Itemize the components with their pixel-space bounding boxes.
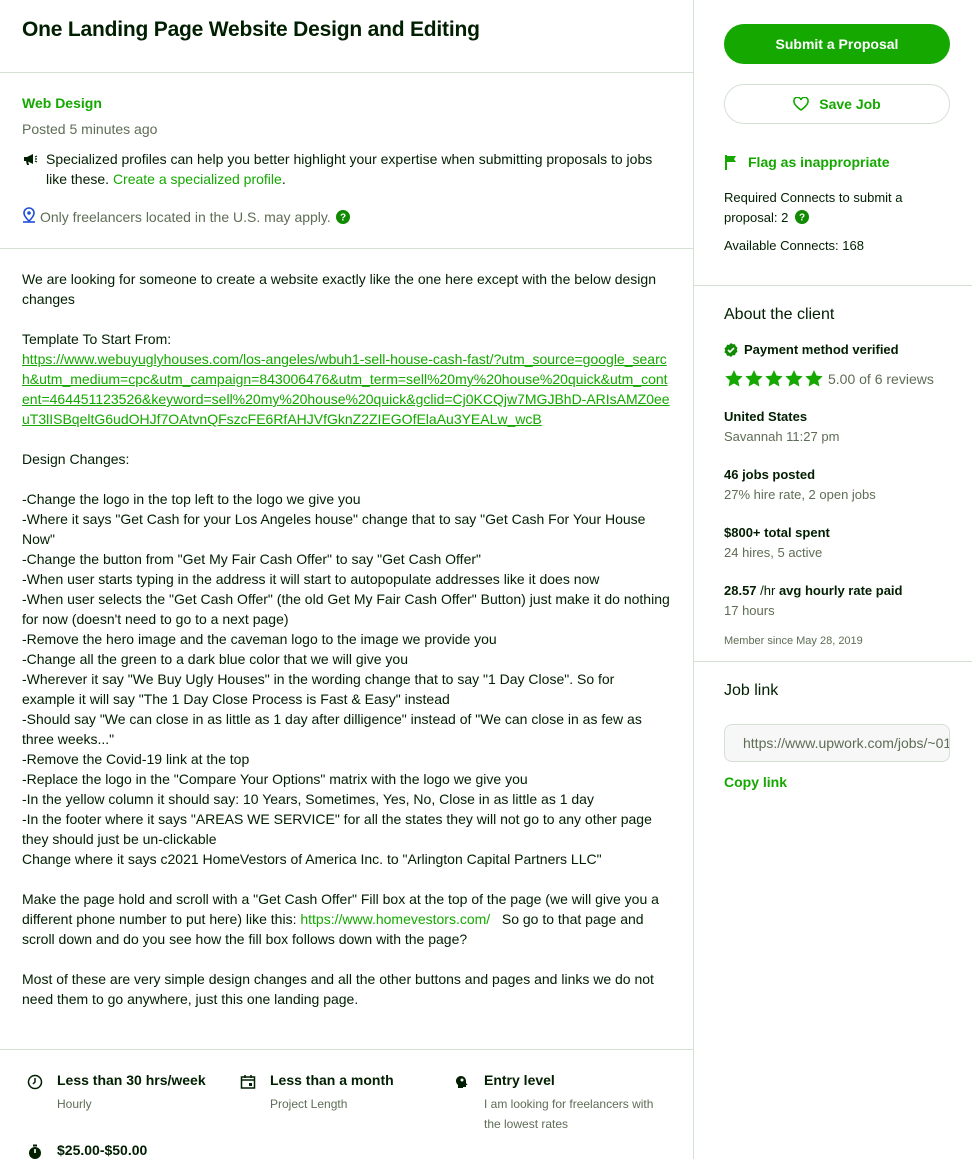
job-meta: Web Design Posted 5 minutes ago Speciali… — [0, 73, 693, 249]
changes-list: -Change the logo in the top left to the … — [22, 491, 670, 867]
description-intro: We are looking for someone to create a w… — [22, 271, 656, 307]
closing-paragraph: Most of these are very simple design cha… — [22, 971, 654, 1007]
client-avg-rate-value: 28.57 — [724, 583, 757, 598]
specialized-profile-text: Specialized profiles can help you better… — [46, 151, 653, 187]
client-spend: $800+ total spent 24 hires, 5 active — [724, 523, 950, 563]
client-jobs: 46 jobs posted 27% hire rate, 2 open job… — [724, 465, 950, 505]
brain-icon — [454, 1072, 484, 1134]
client-city-time: Savannah 11:27 pm — [724, 429, 840, 444]
job-details-panel: One Landing Page Website Design and Edit… — [0, 0, 694, 1159]
feature-length-sub: Project Length — [270, 1097, 348, 1111]
save-job-label: Save Job — [819, 96, 881, 112]
flag-inappropriate-link[interactable]: Flag as inappropriate — [724, 154, 950, 170]
client-hire-rate: 27% hire rate, 2 open jobs — [724, 487, 876, 502]
location-text: Only freelancers located in the U.S. may… — [40, 208, 331, 225]
template-label: Template To Start From: — [22, 331, 172, 347]
feature-hours: Less than 30 hrs/week Hourly — [27, 1072, 206, 1114]
feature-rate: $25.00-$50.00 — [27, 1142, 147, 1159]
stopwatch-icon — [27, 1142, 57, 1159]
member-since: Member since May 28, 2019 — [724, 635, 863, 647]
verified-check-icon — [724, 342, 738, 357]
payment-verified: Payment method verified — [724, 342, 950, 357]
create-specialized-profile-link[interactable]: Create a specialized profile — [113, 171, 282, 187]
about-client-heading: About the client — [724, 306, 835, 323]
client-hires: 24 hires, 5 active — [724, 545, 823, 560]
feature-level: Entry level I am looking for freelancers… — [454, 1072, 654, 1134]
rating-text: 5.00 of 6 reviews — [828, 371, 934, 387]
client-rate: 28.57 /hr avg hourly rate paid 17 hours — [724, 581, 950, 621]
feature-hours-sub: Hourly — [57, 1097, 92, 1111]
sidebar: Submit a Proposal Save Job Flag as inapp… — [694, 0, 972, 1159]
specialized-profile-note: Specialized profiles can help you better… — [22, 149, 671, 189]
client-rating: 5.00 of 6 reviews — [724, 369, 950, 389]
job-link-heading: Job link — [724, 682, 779, 699]
feature-rate-title: $25.00-$50.00 — [57, 1142, 148, 1158]
posted-time: Posted 5 minutes ago — [22, 121, 158, 137]
client-jobs-posted: 46 jobs posted — [724, 467, 816, 482]
client-avg-rate-unit: /hr — [756, 583, 776, 598]
job-link-section: Job link https://www.upwork.com/jobs/~01… — [694, 662, 972, 790]
calendar-icon — [240, 1072, 270, 1114]
location-pin-icon — [22, 207, 36, 226]
flag-label: Flag as inappropriate — [748, 154, 890, 170]
job-features: Less than 30 hrs/week Hourly Less than a… — [0, 1050, 693, 1159]
required-connects: Required Connects to submit a proposal: … — [724, 190, 903, 225]
client-avg-rate-label: avg hourly rate paid — [775, 583, 903, 598]
about-client: About the client Payment method verified — [694, 286, 972, 662]
job-category-link[interactable]: Web Design — [22, 95, 671, 111]
client-total-spent: $800+ total spent — [724, 525, 830, 540]
changes-label: Design Changes: — [22, 451, 130, 467]
connects-help-icon[interactable]: ? — [794, 210, 809, 224]
scroll-paragraph: Make the page hold and scroll with a "Ge… — [22, 891, 659, 947]
star-rating-icon — [724, 369, 824, 389]
job-header: One Landing Page Website Design and Edit… — [0, 0, 693, 73]
job-link-input[interactable]: https://www.upwork.com/jobs/~01 — [724, 724, 950, 762]
copy-link-button[interactable]: Copy link — [724, 774, 950, 790]
svg-text:?: ? — [799, 213, 805, 224]
feature-length: Less than a month Project Length — [240, 1072, 394, 1114]
job-title: One Landing Page Website Design and Edit… — [22, 18, 480, 41]
svg-text:?: ? — [340, 212, 346, 223]
heart-icon — [793, 97, 810, 111]
help-icon[interactable]: ? — [335, 209, 350, 224]
client-hours: 17 hours — [724, 603, 775, 618]
submit-proposal-button[interactable]: Submit a Proposal — [724, 24, 950, 64]
available-connects: Available Connects: 168 — [724, 238, 864, 253]
feature-hours-title: Less than 30 hrs/week — [57, 1072, 206, 1088]
megaphone-icon — [22, 149, 46, 189]
client-country: United States — [724, 409, 808, 424]
sidebar-actions: Submit a Proposal Save Job Flag as inapp… — [694, 0, 972, 286]
location-restriction: Only freelancers located in the U.S. may… — [22, 207, 671, 226]
payment-verified-text: Payment method verified — [744, 342, 899, 357]
flag-icon — [724, 154, 738, 170]
homevestors-link[interactable]: https://www.homevestors.com/ — [300, 911, 490, 927]
client-location: United States Savannah 11:27 pm — [724, 407, 950, 447]
save-job-button[interactable]: Save Job — [724, 84, 950, 124]
job-description: We are looking for someone to create a w… — [0, 249, 693, 1050]
feature-level-sub: I am looking for freelancers with the lo… — [484, 1097, 654, 1131]
feature-level-title: Entry level — [484, 1072, 555, 1088]
clock-icon — [27, 1072, 57, 1114]
feature-length-title: Less than a month — [270, 1072, 394, 1088]
template-url-link[interactable]: https://www.webuyuglyhouses.com/los-ange… — [22, 349, 671, 429]
